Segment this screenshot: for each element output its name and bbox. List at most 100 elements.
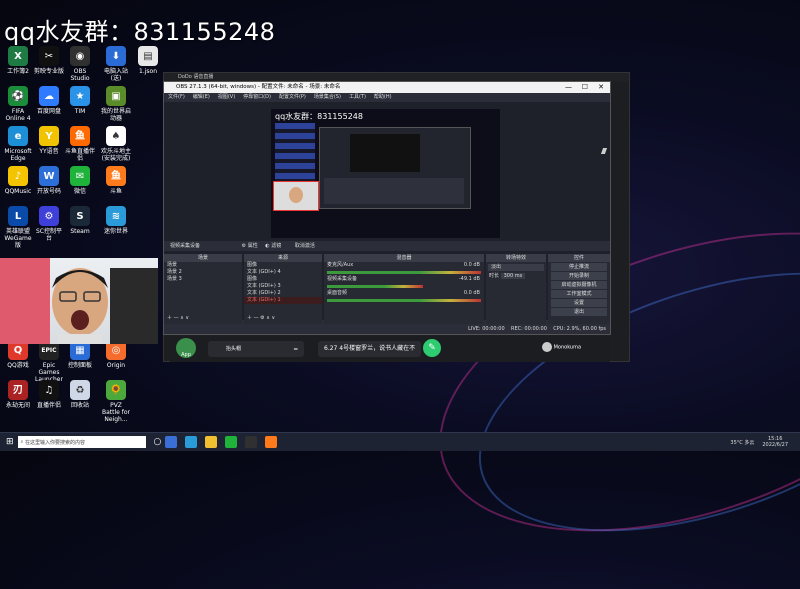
desktop-icon[interactable]: ☁ 百度网盘	[34, 86, 64, 115]
desktop-icon[interactable]: Q QQ游戏	[3, 340, 33, 369]
desktop-icon-label: OBS Studio	[70, 68, 90, 82]
wechat-icon[interactable]	[225, 436, 238, 448]
desktop-icon[interactable]: ♪ QQMusic	[3, 166, 33, 195]
desktop-icon[interactable]: ♫ 直播伴侣	[34, 380, 64, 409]
desktop-icon-label: 1.json	[139, 68, 157, 75]
desktop-icon[interactable]: ◎ Origin	[101, 340, 131, 369]
settings-button[interactable]: 设置	[551, 299, 607, 307]
preview-canvas[interactable]: qq水友群：831155248	[271, 109, 500, 238]
source-item[interactable]: 文本 (GDI+) 1	[244, 297, 322, 304]
source-item[interactable]: 图像	[244, 262, 322, 269]
duration-input[interactable]: 300 ms	[500, 273, 526, 279]
menu-tools[interactable]: 工具(T)	[349, 93, 366, 102]
clock[interactable]: 15:16 2022/6/27	[762, 436, 788, 448]
desktop-icon[interactable]: ✉ 微信	[65, 166, 95, 195]
desktop-icon[interactable]: ⬇ 电脑入站(送)	[101, 46, 131, 82]
desktop-icon[interactable]: ▦ 控制面板	[65, 340, 95, 369]
desktop-icon[interactable]: ⚙ SC控制平台	[34, 206, 64, 242]
close-icon[interactable]: ✕	[598, 82, 604, 93]
desktop-icon[interactable]: ♻ 回收站	[65, 380, 95, 409]
desktop-icon-label: QQMusic	[4, 188, 32, 195]
pencil-icon[interactable]: ✎	[423, 339, 441, 357]
desktop-icon-label: 控制面板	[67, 362, 92, 369]
desktop-icon[interactable]: Y YY语音	[34, 126, 64, 155]
scene-item[interactable]: 场景 2	[164, 269, 242, 276]
douyu-icon[interactable]	[265, 436, 278, 448]
desktop-icon[interactable]: 鱼斗鱼	[101, 166, 131, 195]
desktop-icon[interactable]: ◉ OBS Studio	[65, 46, 95, 82]
sliders-icon[interactable]: ⚌	[294, 341, 298, 357]
desktop-icon[interactable]: W 开放号码	[34, 166, 64, 195]
folder-icon[interactable]	[205, 436, 218, 448]
filters-button[interactable]: 滤镜	[271, 243, 281, 249]
menu-file[interactable]: 文件(F)	[168, 93, 185, 102]
desktop-icon[interactable]: L 英雄联盟WeGame版	[3, 206, 33, 249]
source-item[interactable]: 文本 (GDI+) 2	[244, 290, 322, 297]
desktop-icon[interactable]: e Microsoft Edge	[3, 126, 33, 162]
taskbar-search[interactable]: ⌕ 在这里输入你要搜索的内容	[17, 436, 146, 448]
maximize-icon[interactable]: ☐	[582, 82, 588, 93]
menu-docks[interactable]: 停靠窗口(D)	[243, 93, 271, 102]
filter-icon[interactable]: ◐	[265, 243, 269, 249]
desktop-icon[interactable]: S Steam	[65, 206, 95, 235]
app-icon: X	[8, 46, 28, 66]
stream-item[interactable]: 抬头帽 ⚌	[208, 341, 304, 357]
studio-mode-button[interactable]: 工作室模式	[551, 290, 607, 298]
virtual-camera-button[interactable]: 启动虚拟摄像机	[551, 281, 607, 289]
stop-streaming-button[interactable]: 停止推流	[551, 263, 607, 271]
desktop-icon[interactable]: ▤ 1.json	[133, 46, 163, 75]
audio-meter	[327, 285, 423, 288]
source-item[interactable]: 文本 (GDI+) 4	[244, 269, 322, 276]
menu-view[interactable]: 视图(V)	[218, 93, 235, 102]
edge-icon[interactable]	[185, 436, 198, 448]
desktop-icon[interactable]: ♠ 欢乐斗地主(安装完成)	[101, 126, 131, 162]
desktop-icon[interactable]: 🌻 PVZ Battle for Neigh...	[101, 380, 131, 423]
scene-item[interactable]: 场景 3	[164, 276, 242, 283]
weather[interactable]: 35°C 多云	[730, 439, 754, 446]
duration-row: 时长 300 ms	[486, 273, 546, 280]
properties-button[interactable]: 属性	[248, 243, 258, 249]
desktop-icon[interactable]: ✂ 剪映专业版	[34, 46, 64, 75]
obs-icon[interactable]	[245, 436, 258, 448]
scene-controls[interactable]: ＋ — ∧ ∨	[164, 315, 189, 322]
minimize-icon[interactable]: —	[565, 82, 572, 93]
windows-start-icon[interactable]: ⊞	[6, 437, 14, 447]
exit-button[interactable]: 退出	[551, 308, 607, 316]
desktop-icon-label: 迷你世界	[103, 228, 128, 235]
app-icon[interactable]: App	[176, 338, 196, 358]
chat-message: 6.27 4号楼窗罗兰，说书人藏在不	[318, 341, 422, 357]
obs-window[interactable]: OBS 27.1.3 (64-bit, windows) - 配置文件: 未命名…	[163, 81, 611, 335]
desktop-icon-label: QQ游戏	[7, 362, 29, 369]
deactivate-button[interactable]: 取消激活	[295, 243, 315, 249]
desktop-icon-label: 微信	[73, 188, 86, 195]
gear-icon[interactable]: ⚙	[242, 243, 246, 249]
menu-scene-collection[interactable]: 场景集合(S)	[314, 93, 341, 102]
transition-select[interactable]: 淡出	[488, 264, 544, 271]
menu-help[interactable]: 帮助(H)	[374, 93, 392, 102]
start-recording-button[interactable]: 开始录制	[551, 272, 607, 280]
desktop-icon[interactable]: ★ TIM	[65, 86, 95, 115]
menu-edit[interactable]: 编辑(E)	[193, 93, 210, 102]
source-item[interactable]: 图像	[244, 276, 322, 283]
app-icon: ⚽	[8, 86, 28, 106]
controls-dock: 控件 停止推流 开始录制 启动虚拟摄像机 工作室模式 设置 退出	[548, 254, 610, 324]
user-badge[interactable]: Monokuma	[542, 342, 581, 352]
sources-dock: 来源 图像 文本 (GDI+) 4 图像 文本 (GDI+) 3 文本 (GDI…	[244, 254, 322, 324]
file-explorer-icon[interactable]	[165, 436, 178, 448]
preview-icons	[275, 123, 315, 183]
app-icon: 鱼	[106, 166, 126, 186]
desktop-icon[interactable]: 鱼斗鱼直播伴侣	[65, 126, 95, 162]
desktop-icon[interactable]: EPICEpic Games Launcher	[34, 340, 64, 383]
source-item[interactable]: 文本 (GDI+) 3	[244, 283, 322, 290]
desktop-icon[interactable]: ▣ 我的世界启动器	[101, 86, 131, 122]
desktop-icon-label: 永劫无间	[5, 402, 30, 409]
cpu-usage: CPU: 2.9%, 60.00 fps	[553, 326, 606, 332]
desktop-icon[interactable]: X 工作簿2	[3, 46, 33, 75]
desktop-icon[interactable]: 刃永劫无间	[3, 380, 33, 409]
desktop-icon[interactable]: ≋ 迷你世界	[101, 206, 131, 235]
scene-item[interactable]: 场景	[164, 262, 242, 269]
menu-profile[interactable]: 配置文件(P)	[279, 93, 306, 102]
source-controls[interactable]: ＋ — ⚙ ∧ ∨	[244, 315, 275, 322]
task-view-icon[interactable]: ○	[154, 437, 162, 447]
desktop-icon[interactable]: ⚽ FIFA Online 4	[3, 86, 33, 122]
